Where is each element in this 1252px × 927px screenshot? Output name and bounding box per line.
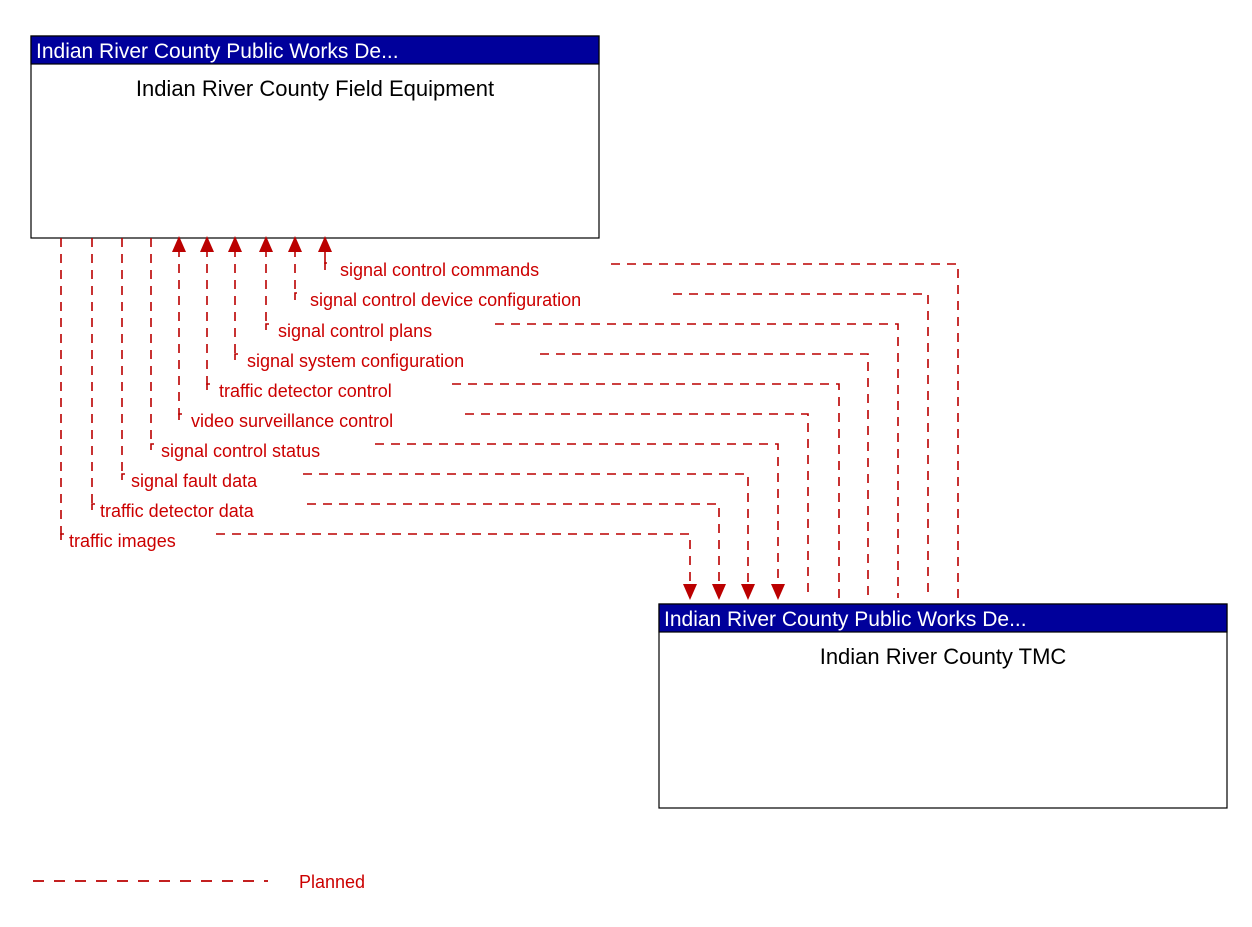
field-equipment-body bbox=[30, 35, 600, 239]
flow-label-video-surveillance-control: video surveillance control bbox=[191, 411, 393, 431]
flow-label-traffic-images: traffic images bbox=[69, 531, 176, 551]
flow-label-signal-fault-data: signal fault data bbox=[131, 471, 258, 491]
legend: Planned bbox=[33, 872, 365, 892]
arrowhead-down-traffic-detector-data bbox=[712, 584, 726, 600]
flow-label-signal-control-plans: signal control plans bbox=[278, 321, 432, 341]
field-equipment-header-label: Indian River County Public Works De... bbox=[36, 40, 399, 63]
flow-label-traffic-detector-data: traffic detector data bbox=[100, 501, 255, 521]
arrowhead-down-signal-control-status bbox=[771, 584, 785, 600]
tmc-title: Indian River County TMC bbox=[820, 644, 1067, 669]
box-field-equipment[interactable]: Indian River County Public Works De... I… bbox=[30, 35, 600, 239]
flow-label-signal-control-device-configuration: signal control device configuration bbox=[310, 290, 581, 310]
arrowhead-down-signal-fault-data bbox=[741, 584, 755, 600]
interface-diagram: Indian River County Public Works De... I… bbox=[0, 0, 1252, 927]
diagram-canvas: Indian River County Public Works De... I… bbox=[30, 35, 1228, 892]
tmc-header-label: Indian River County Public Works De... bbox=[664, 608, 1027, 631]
box-tmc[interactable]: Indian River County Public Works De... I… bbox=[658, 603, 1228, 809]
arrowhead-down-traffic-images bbox=[683, 584, 697, 600]
tmc-body bbox=[658, 603, 1228, 809]
legend-label-planned: Planned bbox=[299, 872, 365, 892]
field-equipment-title: Indian River County Field Equipment bbox=[136, 76, 494, 101]
flow-label-traffic-detector-control: traffic detector control bbox=[219, 381, 392, 401]
flow-label-signal-control-status: signal control status bbox=[161, 441, 320, 461]
flow-label-signal-control-commands: signal control commands bbox=[340, 260, 539, 280]
flow-label-signal-system-configuration: signal system configuration bbox=[247, 351, 464, 371]
